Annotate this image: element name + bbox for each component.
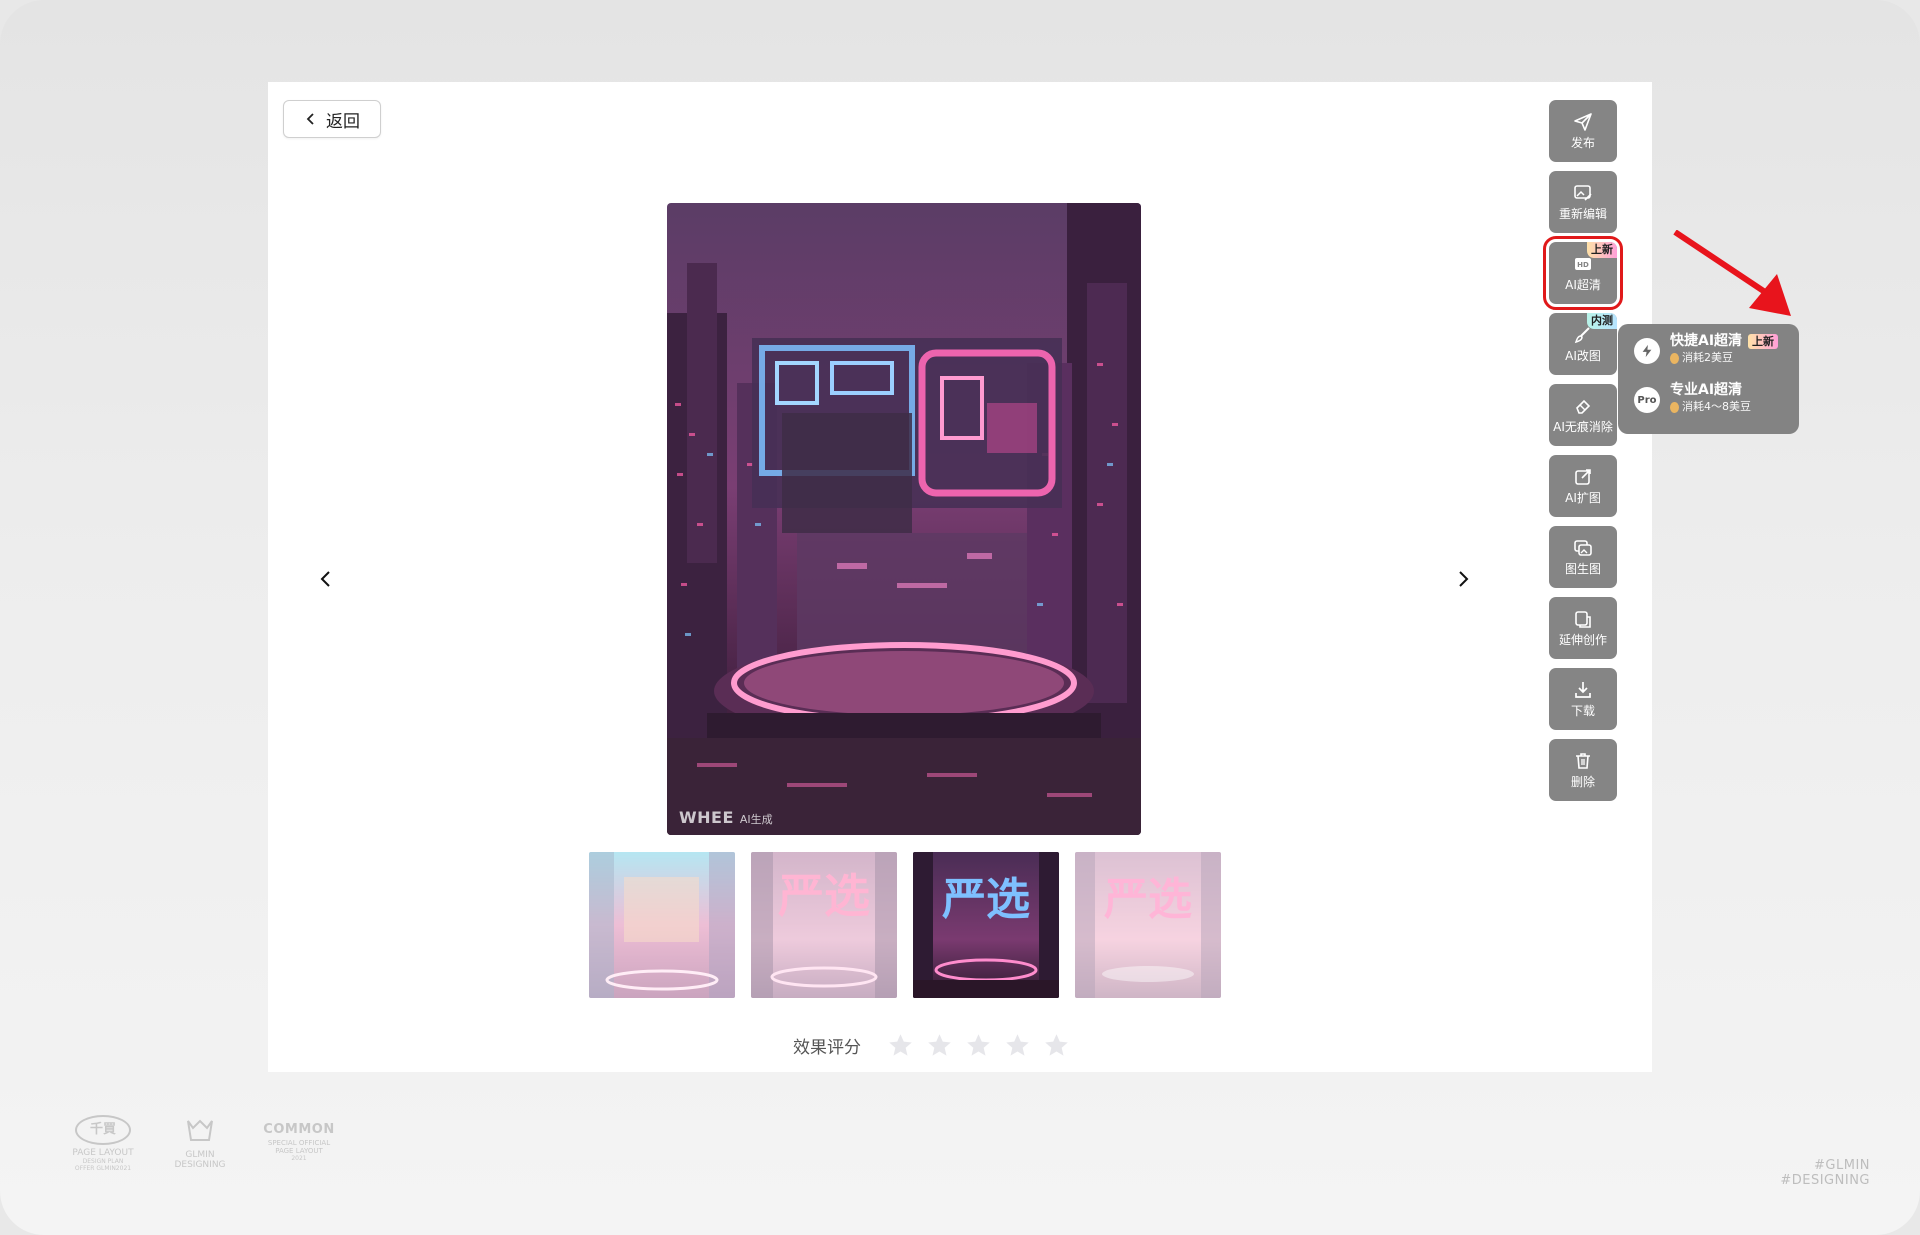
new-badge: 上新 xyxy=(1587,242,1617,258)
re-edit-button[interactable]: 重新编辑 xyxy=(1549,171,1617,233)
main-generated-image: WHEE AI生成 xyxy=(667,203,1141,835)
thumbnail-2[interactable]: 严选 xyxy=(751,852,897,998)
star-icon[interactable] xyxy=(887,1032,914,1059)
thumbnail-3-selected[interactable]: 严选 xyxy=(913,852,1059,998)
star-icon[interactable] xyxy=(1004,1032,1031,1059)
image-to-image-button[interactable]: 图生图 xyxy=(1549,526,1617,588)
svg-text:严选: 严选 xyxy=(778,869,870,923)
new-badge: 上新 xyxy=(1748,333,1779,349)
ai-upscale-button[interactable]: 上新 HD AI超清 xyxy=(1543,236,1623,310)
next-image-button[interactable] xyxy=(1448,564,1478,594)
image-edit-icon xyxy=(1574,185,1592,201)
previous-image-button[interactable] xyxy=(311,564,341,594)
pro-upscale-option[interactable]: Pro 专业AI超清 消耗4～8美豆 xyxy=(1634,381,1751,415)
ai-expand-button[interactable]: AI扩图 xyxy=(1549,455,1617,517)
thumbnail-1[interactable] xyxy=(589,852,735,998)
download-icon xyxy=(1575,682,1591,698)
thumbnail-4[interactable]: 严选 xyxy=(1075,852,1221,998)
svg-text:严选: 严选 xyxy=(942,874,1030,925)
quick-upscale-cost: 消耗2美豆 xyxy=(1682,351,1733,364)
footer-logo-glmin: GLMIN DESIGNING xyxy=(170,1118,230,1170)
ai-edit-button[interactable]: 内测 AI改图 xyxy=(1549,313,1617,375)
pro-upscale-cost: 消耗4～8美豆 xyxy=(1682,400,1751,413)
send-icon xyxy=(1574,113,1592,131)
footer-logo-page-layout: 千買 PAGE LAYOUT DESIGN PLAN OFFER GLMIN20… xyxy=(70,1115,136,1172)
expand-icon xyxy=(1575,469,1591,485)
crown-logo-icon xyxy=(187,1119,213,1141)
quick-upscale-title: 快捷AI超清 xyxy=(1670,333,1743,349)
extend-icon xyxy=(1575,611,1591,628)
quick-upscale-option[interactable]: 快捷AI超清 上新 消耗2美豆 xyxy=(1634,332,1779,366)
extend-creation-button[interactable]: 延伸创作 xyxy=(1549,597,1617,659)
star-icon[interactable] xyxy=(965,1032,992,1059)
pro-icon: Pro xyxy=(1634,387,1660,413)
footer-logo-common: COMMON SPECIAL OFFICIAL PAGE LAYOUT 2021 xyxy=(263,1122,335,1162)
back-button[interactable]: 返回 xyxy=(283,100,381,138)
red-annotation-arrow xyxy=(1673,230,1791,316)
ai-eraser-button[interactable]: AI无痕消除 xyxy=(1549,384,1617,446)
trash-icon xyxy=(1576,753,1590,769)
watermark: WHEE AI生成 xyxy=(679,808,773,827)
delete-button[interactable]: 删除 xyxy=(1549,739,1617,801)
pro-upscale-title: 专业AI超清 xyxy=(1670,382,1743,398)
window-frame: 返回 WHEE AI生成 严选 严选 严选 效果评分 快捷AI超清 上新 消耗2… xyxy=(0,0,1920,1235)
back-button-label: 返回 xyxy=(326,111,360,132)
star-icon[interactable] xyxy=(926,1032,953,1059)
rating-bar: 效果评分 xyxy=(793,1032,1070,1059)
thumbnail-strip: 严选 严选 严选 xyxy=(589,852,1221,998)
image-to-image-icon xyxy=(1574,540,1592,556)
download-button[interactable]: 下载 xyxy=(1549,668,1617,730)
chevron-left-icon xyxy=(306,113,314,125)
rating-label: 效果评分 xyxy=(793,1038,861,1058)
svg-text:严选: 严选 xyxy=(1104,874,1192,925)
eraser-icon xyxy=(1576,399,1591,414)
star-icon[interactable] xyxy=(1043,1032,1070,1059)
publish-button[interactable]: 发布 xyxy=(1549,100,1617,162)
image-detail-panel: 返回 WHEE AI生成 严选 严选 严选 效果评分 快捷AI超清 上新 消耗2… xyxy=(268,82,1799,1072)
svg-text:HD: HD xyxy=(1577,261,1589,269)
chevron-right-icon xyxy=(1459,571,1469,587)
footer-hashtags: #GLMIN #DESIGNING xyxy=(1780,1158,1870,1188)
bean-icon xyxy=(1670,352,1679,364)
ai-upscale-menu: 快捷AI超清 上新 消耗2美豆 Pro 专业AI超清 消耗4～8美豆 xyxy=(1618,324,1799,434)
chevron-left-icon xyxy=(320,571,330,587)
lightning-icon xyxy=(1634,338,1660,364)
bean-icon xyxy=(1670,401,1679,413)
beta-badge: 内测 xyxy=(1587,313,1617,329)
